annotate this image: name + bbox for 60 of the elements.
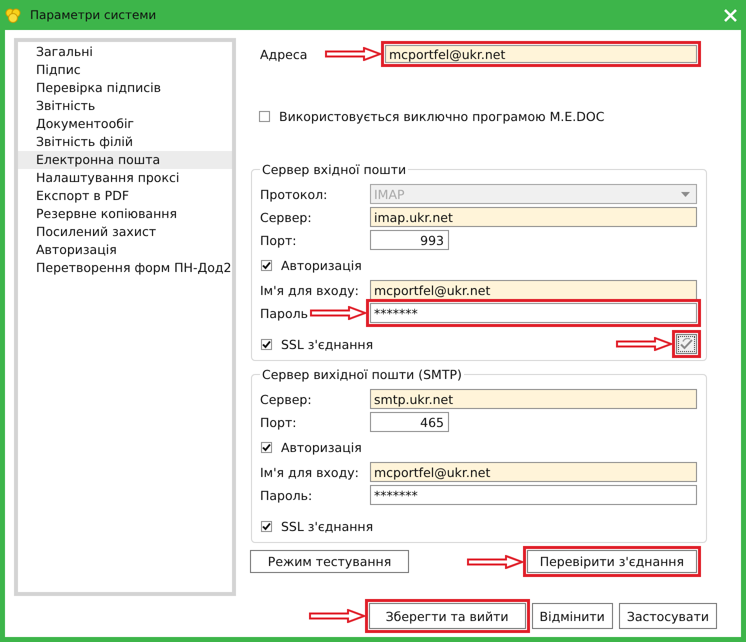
- checkbox-label: SSL з'єднання: [281, 336, 374, 352]
- checkbox[interactable]: [261, 260, 272, 270]
- caret-icon: [681, 192, 690, 196]
- sidebar-item[interactable]: Перевірка підписів: [18, 79, 232, 97]
- sidebar-item[interactable]: Резервне копіювання: [18, 205, 232, 223]
- checkbox-label: Авторизація: [281, 440, 362, 454]
- field-label: Порт:: [260, 232, 296, 248]
- flower-icon: [5, 8, 21, 22]
- dialog-button[interactable]: Відмінити: [532, 603, 613, 629]
- field-label: Пароль: [260, 306, 308, 320]
- field-label: Протокол:: [260, 186, 328, 202]
- sidebar-item[interactable]: Експорт в PDF: [18, 187, 232, 205]
- email-field[interactable]: mcportfel@ukr.net: [385, 45, 697, 63]
- field-label: Адреса: [260, 46, 308, 62]
- icon-button[interactable]: [676, 334, 697, 354]
- number-field[interactable]: 993: [370, 230, 449, 250]
- field-label: Ім'я для входу:: [260, 464, 359, 480]
- sidebar-item[interactable]: Звітність: [18, 97, 232, 115]
- sidebar-item[interactable]: Авторизація: [18, 241, 232, 259]
- arrow-icon: [310, 306, 366, 320]
- checkbox-label: SSL з'єднання: [281, 518, 374, 534]
- dialog-button[interactable]: Застосувати: [618, 603, 717, 629]
- checkbox[interactable]: [261, 338, 272, 350]
- sidebar-item[interactable]: Загальні: [18, 43, 232, 61]
- sidebar-item[interactable]: Електронна пошта: [18, 151, 232, 169]
- dialog-button[interactable]: Зберегти та вийти: [368, 603, 526, 629]
- checkbox[interactable]: [261, 442, 272, 452]
- checkbox-label: Авторизація: [281, 258, 362, 272]
- sidebar-item[interactable]: Посилений захист: [18, 223, 232, 241]
- sidebar-item[interactable]: Налаштування проксі: [18, 169, 232, 187]
- checkbox[interactable]: [261, 520, 272, 532]
- window-title: Параметри системи: [30, 8, 156, 22]
- group-title: Сервер вхідної пошти: [261, 162, 408, 177]
- text-field[interactable]: imap.ukr.net: [370, 207, 697, 227]
- number-field[interactable]: 465: [370, 412, 449, 432]
- field-label: Сервер:: [260, 210, 312, 224]
- checkbox-label: Використовується виключно програмою M.E.DOC: [279, 108, 604, 124]
- arrow-icon: [308, 609, 365, 623]
- group-title: Сервер вихідної пошти (SMTP): [261, 367, 463, 382]
- field-label: Сервер:: [260, 392, 312, 406]
- text-field[interactable]: smtp.ukr.net: [370, 389, 697, 409]
- arrow-icon: [616, 337, 672, 351]
- sidebar-item[interactable]: Перетворення форм ПН-Дод2: [18, 259, 232, 277]
- sidebar-item[interactable]: Звітність філій: [18, 133, 232, 151]
- field-label: Пароль:: [260, 488, 312, 502]
- dialog-button[interactable]: Перевірити з'єднання: [526, 550, 697, 573]
- sidebar-item[interactable]: Документообіг: [18, 115, 232, 133]
- dialog-button[interactable]: Режим тестування: [250, 550, 409, 573]
- field-label: Ім'я для входу:: [260, 282, 359, 298]
- sidebar-item[interactable]: Підпис: [18, 61, 232, 79]
- password-field[interactable]: *******: [370, 303, 697, 323]
- checkbox[interactable]: [259, 110, 270, 122]
- password-field[interactable]: *******: [370, 485, 697, 505]
- text-field[interactable]: mcportfel@ukr.net: [370, 462, 697, 482]
- text-field[interactable]: mcportfel@ukr.net: [370, 280, 697, 300]
- field-label: Порт:: [260, 414, 296, 430]
- arrow-icon: [466, 554, 523, 568]
- arrow-icon: [325, 47, 381, 61]
- close-icon[interactable]: [724, 8, 737, 22]
- check-icon: [680, 338, 693, 350]
